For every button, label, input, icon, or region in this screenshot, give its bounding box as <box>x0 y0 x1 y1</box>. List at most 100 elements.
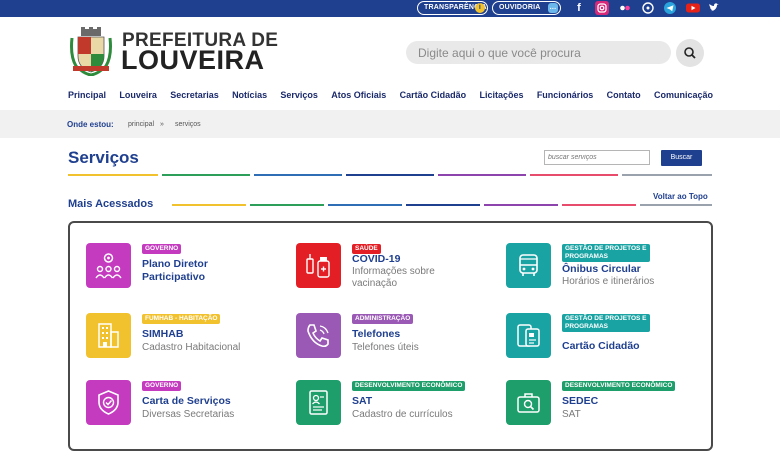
ouvidoria-link[interactable]: OUVIDORIA … <box>492 1 561 15</box>
service-title: SIMHAB <box>142 328 184 340</box>
category-badge: GOVERNO <box>142 244 182 254</box>
facebook-icon[interactable]: f <box>572 1 586 15</box>
service-card-sedec[interactable]: DESENVOLVIMENTO ECONÔMICO SEDEC SAT <box>506 380 706 440</box>
service-title: Ônibus Circular <box>562 263 641 275</box>
category-badge: GOVERNO <box>142 381 182 391</box>
color-stripe <box>250 204 324 206</box>
transparencia-link[interactable]: TRANSPARÊNCIA i <box>417 1 488 15</box>
card-icon <box>506 313 551 358</box>
service-title-line-2: Participativo <box>142 271 206 283</box>
category-badge-line-2: PROGRAMAS <box>565 323 608 330</box>
bus-icon <box>506 243 551 288</box>
service-card-telefones[interactable]: ADMINISTRAÇÃO Telefones Telefones úteis <box>296 313 496 373</box>
color-stripe <box>406 204 480 206</box>
city-crest-icon[interactable] <box>66 26 116 76</box>
youtube-icon[interactable] <box>685 1 701 15</box>
nav-noticias[interactable]: Notícias <box>232 90 267 102</box>
nav-cartao-cidadao[interactable]: Cartão Cidadão <box>400 90 467 102</box>
breadcrumb-principal[interactable]: principal <box>128 121 154 128</box>
chat-icon: … <box>548 3 558 13</box>
breadcrumb-servicos: serviços <box>175 121 201 128</box>
service-card-plano-diretor[interactable]: GOVERNO Plano Diretor Participativo <box>86 243 286 303</box>
site-search-input[interactable] <box>406 41 671 64</box>
search-icon <box>684 47 696 59</box>
nav-contato[interactable]: Contato <box>607 90 641 102</box>
color-stripe <box>622 174 712 176</box>
instagram-icon[interactable] <box>595 1 609 15</box>
service-filter-input[interactable] <box>544 150 650 165</box>
section-title: Mais Acessados <box>68 198 154 210</box>
color-stripe <box>346 174 434 176</box>
service-card-onibus-circular[interactable]: GESTÃO DE PROJETOS E PROGRAMAS Ônibus Ci… <box>506 243 706 303</box>
service-card-cartao-cidadao[interactable]: GESTÃO DE PROJETOS E PROGRAMAS Cartão Ci… <box>506 313 706 373</box>
site-search-button[interactable] <box>676 39 704 67</box>
service-subtitle: Diversas Secretarias <box>142 409 235 420</box>
shield-check-icon <box>86 380 131 425</box>
nav-principal[interactable]: Principal <box>68 90 106 102</box>
category-badge-line-2: PROGRAMAS <box>565 253 608 260</box>
service-title: Carta de Serviços <box>142 395 231 407</box>
whatsapp-icon[interactable] <box>641 1 655 15</box>
breadcrumb <box>0 110 780 138</box>
nav-licitacoes[interactable]: Licitações <box>479 90 523 102</box>
service-card-simhab[interactable]: FUMHAB - HABITAÇÃO SIMHAB Cadastro Habit… <box>86 313 286 373</box>
color-stripe <box>328 204 402 206</box>
back-to-top-link[interactable]: Voltar ao Topo <box>653 192 708 201</box>
color-stripe <box>640 204 712 206</box>
service-subtitle: Informações sobre <box>352 266 435 277</box>
category-badge: GESTÃO DE PROJETOS E PROGRAMAS <box>562 244 650 262</box>
service-title: Cartão Cidadão <box>562 340 640 352</box>
phone-icon <box>296 313 341 358</box>
breadcrumb-separator: » <box>160 121 164 128</box>
nav-funcionarios[interactable]: Funcionários <box>537 90 594 102</box>
category-badge-line-1: GESTÃO DE PROJETOS E <box>565 315 647 322</box>
service-subtitle: Telefones úteis <box>352 342 419 353</box>
color-stripe <box>172 204 246 206</box>
nav-louveira[interactable]: Louveira <box>119 90 157 102</box>
ouvidoria-label: OUVIDORIA <box>499 4 541 11</box>
service-card-carta-de-servicos[interactable]: GOVERNO Carta de Serviços Diversas Secre… <box>86 380 286 440</box>
briefcase-search-icon <box>506 380 551 425</box>
service-title: Plano Diretor <box>142 258 208 270</box>
color-stripe <box>484 204 558 206</box>
people-gear-icon <box>86 243 131 288</box>
color-stripe <box>254 174 342 176</box>
logo-line-2[interactable]: LOUVEIRA <box>121 45 265 76</box>
breadcrumb-label: Onde estou: <box>67 120 114 129</box>
service-subtitle-line-2: vacinação <box>352 278 398 289</box>
twitter-icon[interactable] <box>707 1 721 15</box>
color-stripe <box>562 204 636 206</box>
telegram-icon[interactable] <box>663 1 677 15</box>
nav-servicos[interactable]: Serviços <box>280 90 318 102</box>
category-badge: DESENVOLVIMENTO ECONÔMICO <box>562 381 676 391</box>
service-subtitle: Cadastro Habitacional <box>142 342 241 353</box>
category-badge: ADMINISTRAÇÃO <box>352 314 414 324</box>
flickr-icon[interactable] <box>618 1 632 15</box>
nav-secretarias[interactable]: Secretarias <box>170 90 219 102</box>
service-filter-button[interactable]: Buscar <box>661 150 702 166</box>
top-bar: TRANSPARÊNCIA i OUVIDORIA … f <box>0 0 780 17</box>
info-icon: i <box>475 3 485 13</box>
service-card-sat[interactable]: DESENVOLVIMENTO ECONÔMICO SAT Cadastro d… <box>296 380 496 440</box>
category-badge: DESENVOLVIMENTO ECONÔMICO <box>352 381 466 391</box>
main-nav: Principal Louveira Secretarias Notícias … <box>68 90 713 102</box>
page-title: Serviços <box>68 148 139 167</box>
vaccine-icon <box>296 243 341 288</box>
service-title: SEDEC <box>562 395 599 407</box>
category-badge-line-1: GESTÃO DE PROJETOS E <box>565 245 647 252</box>
nav-atos-oficiais[interactable]: Atos Oficiais <box>331 90 386 102</box>
color-stripe <box>530 174 618 176</box>
category-badge: GESTÃO DE PROJETOS E PROGRAMAS <box>562 314 650 332</box>
nav-comunicacao[interactable]: Comunicação <box>654 90 713 102</box>
building-icon <box>86 313 131 358</box>
service-card-covid[interactable]: SAÚDE COVID-19 Informações sobre vacinaç… <box>296 243 496 303</box>
color-stripe <box>68 174 158 176</box>
service-title: COVID-19 <box>352 253 401 265</box>
service-subtitle: SAT <box>562 409 581 420</box>
service-title: Telefones <box>352 328 401 340</box>
color-stripe <box>162 174 250 176</box>
service-subtitle: Cadastro de currículos <box>352 409 453 420</box>
color-stripe <box>438 174 526 176</box>
service-title: SAT <box>352 395 373 407</box>
resume-icon <box>296 380 341 425</box>
